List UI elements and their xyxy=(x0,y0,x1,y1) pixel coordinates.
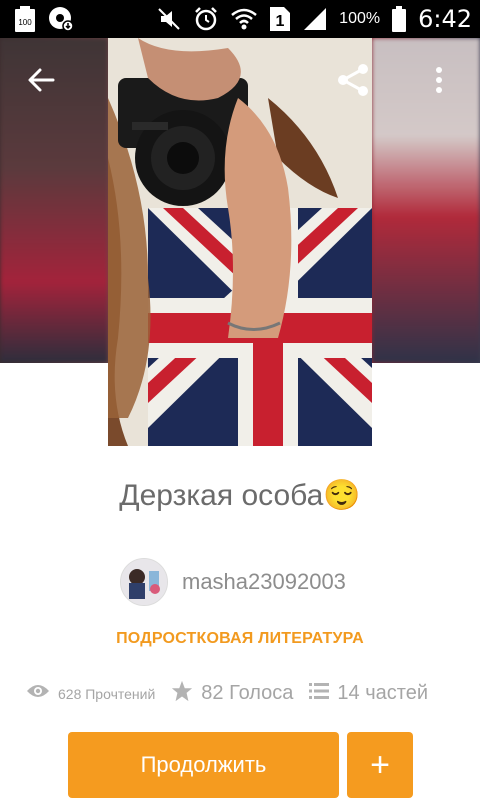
reads-count: 628 Прочтений xyxy=(58,685,156,702)
toolbar-actions xyxy=(328,55,464,105)
battery-percent: 100% xyxy=(339,10,381,27)
continue-reading-button[interactable]: Продолжить xyxy=(68,732,339,798)
parts-stat: 14 частей xyxy=(309,682,428,705)
eye-icon xyxy=(26,683,50,704)
votes-count: 82 Голоса xyxy=(201,682,294,704)
author-row[interactable]: masha23092003 xyxy=(120,558,346,606)
battery-icon xyxy=(392,6,407,32)
download-status-icon xyxy=(48,6,74,32)
battery-left-text: 100 xyxy=(18,18,32,27)
top-toolbar xyxy=(0,38,480,122)
star-icon xyxy=(171,680,193,707)
story-title: Дерзкая особа😌 xyxy=(119,479,361,512)
votes-stat: 82 Голоса xyxy=(171,680,293,707)
bottom-actions: Продолжить + xyxy=(68,732,413,798)
share-icon[interactable] xyxy=(328,55,378,105)
sim-slot-icon: 1 xyxy=(269,6,291,32)
sim-slot-text: 1 xyxy=(276,13,285,30)
genre-link[interactable]: ПОДРОСТКОВАЯ ЛИТЕРАТУРА xyxy=(0,630,480,648)
alarm-icon xyxy=(193,6,219,32)
story-stats: 628 Прочтений 82 Голоса 14 частей xyxy=(26,680,428,707)
status-right: 1 100% 6:42 xyxy=(157,5,472,33)
battery-left-icon: 100 xyxy=(14,6,36,32)
status-bar: 100 1 100% 6:42 xyxy=(0,0,480,38)
arrow-back-icon[interactable] xyxy=(16,55,66,105)
parts-count: 14 частей xyxy=(337,682,428,704)
mute-icon xyxy=(157,7,181,31)
more-vertical-icon[interactable] xyxy=(414,55,464,105)
signal-icon xyxy=(303,7,327,31)
status-time: 6:42 xyxy=(418,5,472,33)
reads-stat: 628 Прочтений xyxy=(26,683,155,704)
wifi-icon xyxy=(231,7,257,31)
author-name[interactable]: masha23092003 xyxy=(182,569,346,595)
add-to-library-button[interactable]: + xyxy=(347,732,413,798)
list-icon xyxy=(309,682,330,705)
status-left: 100 xyxy=(14,6,74,32)
avatar[interactable] xyxy=(120,558,168,606)
